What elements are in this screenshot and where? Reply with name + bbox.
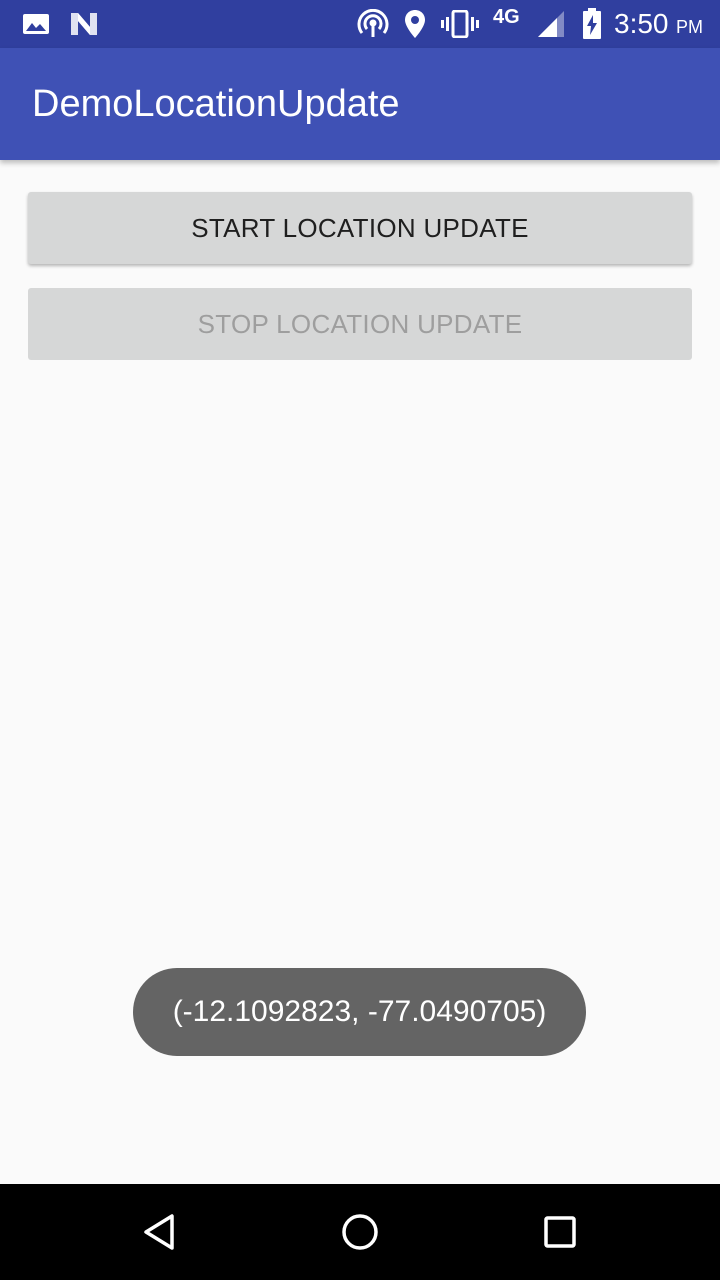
network-type-label: 4G — [493, 6, 520, 28]
location-icon — [402, 8, 428, 40]
signal-icon — [536, 8, 566, 40]
location-toast: (-12.1092823, -77.0490705) — [133, 968, 586, 1056]
start-location-update-button[interactable]: START LOCATION UPDATE — [28, 192, 692, 264]
navigation-bar — [0, 1184, 720, 1280]
hotspot-icon — [356, 8, 390, 40]
n-notification-icon — [68, 8, 100, 40]
home-icon[interactable] — [336, 1208, 384, 1256]
back-icon[interactable] — [136, 1208, 184, 1256]
clock-ampm: PM — [676, 17, 703, 37]
vibrate-icon — [440, 8, 480, 40]
stop-location-update-button[interactable]: STOP LOCATION UPDATE — [28, 288, 692, 360]
status-bar: 4G 3:50 PM — [0, 0, 720, 48]
clock-time: 3:50 — [614, 8, 669, 39]
image-icon — [22, 8, 50, 40]
app-bar: DemoLocationUpdate — [0, 48, 720, 160]
recents-icon[interactable] — [536, 1208, 584, 1256]
app-title: DemoLocationUpdate — [32, 83, 400, 125]
battery-charging-icon — [580, 8, 604, 40]
